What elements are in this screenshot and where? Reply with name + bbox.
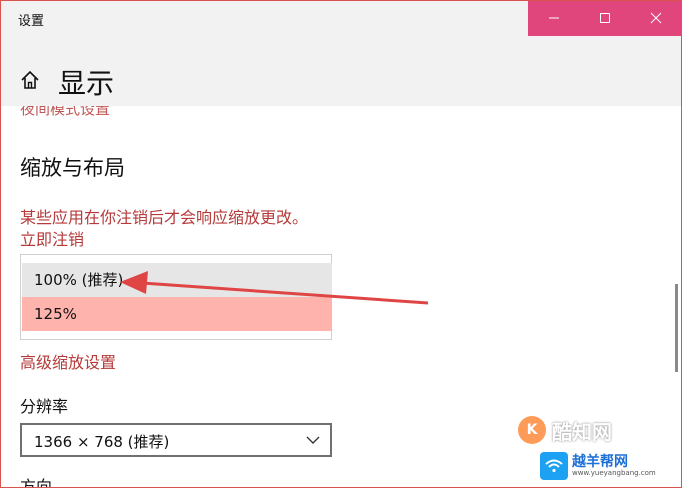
watermark-text: 酷知网	[552, 419, 612, 444]
orientation-label: 方向	[20, 477, 53, 488]
section-title: 缩放与布局	[20, 156, 125, 180]
window-controls	[528, 0, 682, 36]
close-button[interactable]	[631, 0, 682, 36]
scrollbar[interactable]	[675, 284, 678, 372]
home-icon[interactable]	[20, 70, 40, 90]
scale-option-100[interactable]: 100% (推荐)	[22, 263, 332, 297]
window-title: 设置	[18, 14, 45, 29]
scale-dropdown-list: 100% (推荐) 125%	[20, 254, 332, 340]
maximize-button[interactable]	[579, 0, 630, 36]
page-title: 显示	[58, 67, 115, 100]
close-icon	[650, 12, 662, 24]
night-mode-link[interactable]: 夜间模式设置	[20, 106, 110, 119]
chevron-down-icon	[306, 436, 320, 444]
resolution-value: 1366 × 768 (推荐)	[34, 433, 170, 451]
title-bar: 设置	[0, 0, 682, 36]
watermark-site-icon	[540, 452, 568, 480]
watermark-site: 越羊帮网 www.yueyangbang.com	[540, 444, 682, 488]
page-header: 显示	[0, 36, 682, 106]
scale-warning: 某些应用在你注销后才会响应缩放更改。	[20, 208, 309, 227]
watermark-site-url: www.yueyangbang.com	[572, 468, 656, 477]
resolution-select[interactable]: 1366 × 768 (推荐)	[20, 423, 332, 457]
scale-option-125[interactable]: 125%	[22, 297, 332, 331]
maximize-icon	[599, 13, 610, 23]
watermark-badge-icon: K	[518, 416, 546, 444]
advanced-scaling-link[interactable]: 高级缩放设置	[20, 349, 116, 373]
minimize-button[interactable]	[528, 0, 579, 36]
signout-now-link[interactable]: 立即注销	[20, 226, 84, 250]
minimize-icon	[548, 17, 559, 19]
resolution-label: 分辨率	[20, 397, 69, 416]
watermark-site-name: 越羊帮网	[572, 453, 628, 470]
